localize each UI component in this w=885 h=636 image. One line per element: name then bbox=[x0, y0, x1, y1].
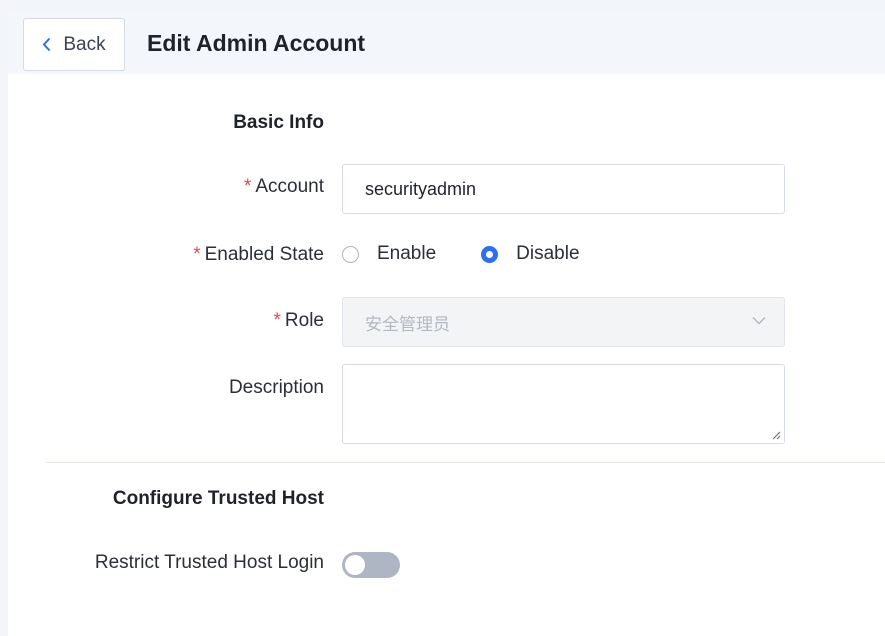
radio-enable-indicator bbox=[342, 245, 359, 263]
restrict-trusted-host-toggle[interactable] bbox=[342, 552, 400, 578]
section-divider bbox=[46, 462, 885, 463]
basic-info-heading: Basic Info bbox=[233, 112, 324, 133]
enabled-state-label: * Enabled State bbox=[193, 244, 324, 265]
back-button[interactable]: Back bbox=[23, 18, 125, 71]
account-input[interactable] bbox=[342, 164, 785, 214]
radio-disable[interactable]: Disable bbox=[481, 243, 580, 265]
description-label: Description bbox=[228, 377, 324, 398]
radio-disable-label: Disable bbox=[516, 243, 580, 264]
enabled-state-radio-group: Enable Disable bbox=[342, 243, 580, 265]
edit-admin-page: Back Edit Admin Account Basic Info * Acco… bbox=[8, 10, 885, 636]
page-header: Back Edit Admin Account bbox=[8, 10, 885, 74]
role-select-value: 安全管理员 bbox=[365, 314, 450, 334]
radio-disable-indicator bbox=[481, 245, 499, 263]
role-label: * Role bbox=[273, 310, 324, 331]
required-mark: * bbox=[193, 244, 201, 265]
toggle-knob bbox=[345, 555, 365, 575]
back-button-label: Back bbox=[63, 33, 106, 55]
page-title: Edit Admin Account bbox=[147, 30, 366, 56]
required-mark: * bbox=[243, 176, 252, 197]
chevron-left-icon bbox=[43, 37, 51, 52]
restrict-trusted-host-label: Restrict Trusted Host Login bbox=[94, 552, 324, 573]
role-select[interactable]: 安全管理员 bbox=[342, 297, 785, 347]
trusted-host-heading: Configure Trusted Host bbox=[112, 488, 324, 509]
resize-grip-icon[interactable] bbox=[771, 430, 781, 440]
radio-enable-label: Enable bbox=[377, 243, 437, 264]
required-mark: * bbox=[273, 310, 281, 331]
chevron-down-icon bbox=[752, 317, 766, 325]
radio-enable[interactable]: Enable bbox=[342, 243, 436, 265]
description-textarea[interactable] bbox=[342, 364, 785, 444]
account-label: * Account bbox=[243, 176, 324, 197]
